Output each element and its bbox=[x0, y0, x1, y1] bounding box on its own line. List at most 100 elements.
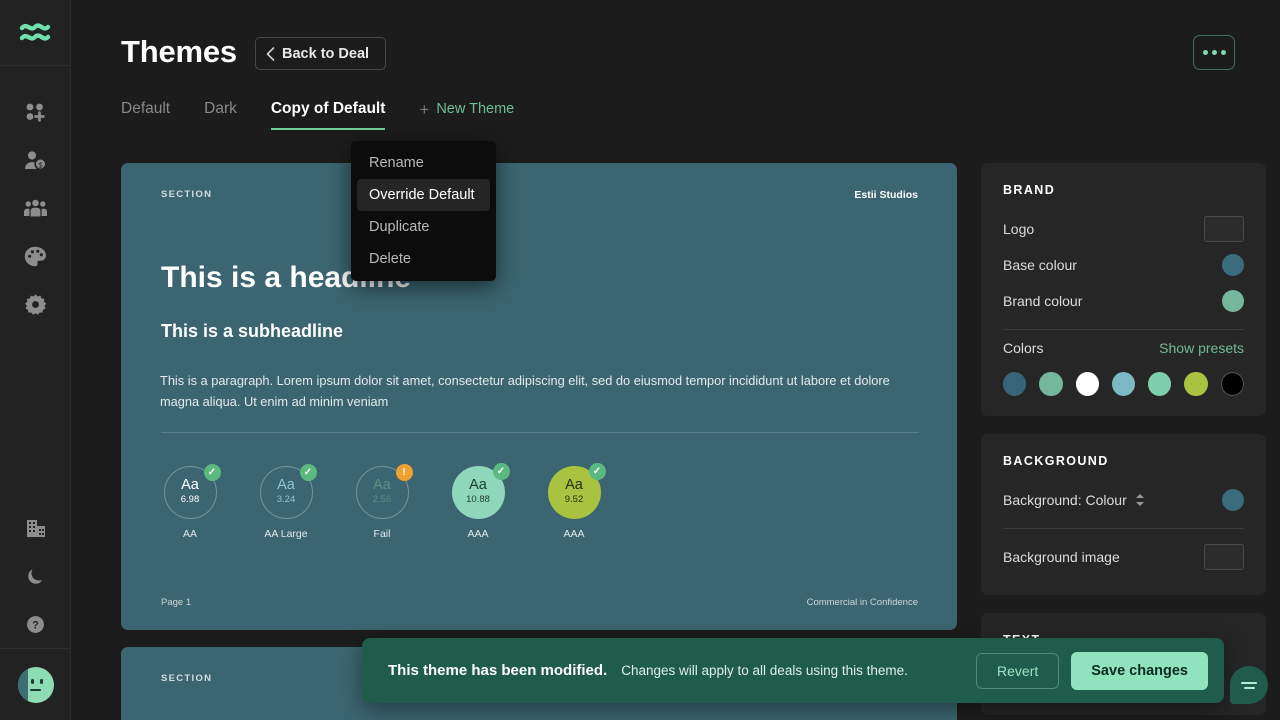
background-image-label: Background image bbox=[1003, 549, 1120, 565]
show-presets-link[interactable]: Show presets bbox=[1159, 340, 1244, 356]
new-theme-label: New Theme bbox=[436, 101, 515, 117]
menu-item-rename[interactable]: Rename bbox=[357, 147, 490, 179]
background-image-box[interactable] bbox=[1204, 544, 1244, 570]
back-to-deal-button[interactable]: Back to Deal bbox=[255, 37, 387, 70]
preview-paragraph: This is a paragraph. Lorem ipsum dolor s… bbox=[160, 373, 890, 409]
colour-palette bbox=[1003, 372, 1245, 396]
background-panel-title: BACKGROUND bbox=[1003, 454, 1109, 468]
chat-line bbox=[1241, 681, 1257, 684]
theme-context-menu: Rename Override Default Duplicate Delete bbox=[351, 141, 496, 281]
preview-card-one: SECTION Estii Studios This is a headline… bbox=[121, 163, 957, 630]
check-icon: ✓ bbox=[203, 464, 221, 481]
gear-icon bbox=[24, 293, 46, 315]
plus-icon: + bbox=[419, 99, 430, 119]
menu-item-delete[interactable]: Delete bbox=[357, 243, 490, 275]
warning-icon: ! bbox=[395, 464, 413, 481]
theme-preview: SECTION Estii Studios This is a headline… bbox=[121, 163, 957, 720]
menu-item-override-default[interactable]: Override Default bbox=[357, 179, 490, 211]
toast-title: This theme has been modified. bbox=[388, 662, 608, 679]
card-section-label: SECTION bbox=[161, 189, 213, 200]
ellipsis-dot bbox=[1211, 50, 1217, 55]
moon-icon bbox=[28, 568, 42, 584]
tab-dark[interactable]: Dark bbox=[204, 100, 237, 130]
more-options-button[interactable] bbox=[1193, 35, 1235, 70]
palette-swatch[interactable] bbox=[1111, 372, 1136, 396]
sidebar-primary-nav: $ bbox=[0, 88, 71, 328]
revert-button[interactable]: Revert bbox=[976, 652, 1060, 689]
people-team-icon bbox=[23, 199, 47, 216]
tab-default[interactable]: Default bbox=[121, 100, 170, 130]
sidebar: $ ? bbox=[0, 0, 71, 720]
contrast-badge-sample: Aa bbox=[277, 476, 295, 493]
panel-divider bbox=[1003, 329, 1244, 330]
building-icon bbox=[26, 520, 45, 537]
contrast-badge-sample: Aa bbox=[565, 476, 583, 493]
brand-panel-title: BRAND bbox=[1003, 183, 1056, 197]
contrast-badge: Aa 10.88 ✓ AAA bbox=[449, 463, 510, 540]
palette-swatch[interactable] bbox=[1003, 372, 1027, 396]
palette-swatch[interactable] bbox=[1220, 372, 1245, 396]
card-footer: Page 1 Commercial in Confidence bbox=[161, 597, 918, 608]
contrast-badge: Aa 9.52 ✓ AAA bbox=[545, 463, 606, 540]
contrast-badge: Aa 3.24 ✓ AA Large bbox=[257, 464, 317, 540]
background-mode-select[interactable]: Background: Colour bbox=[1003, 492, 1145, 508]
sidebar-item-help[interactable]: ? bbox=[0, 600, 71, 648]
background-image-row: Background image bbox=[1003, 539, 1244, 575]
user-dollar-icon: $ bbox=[24, 150, 47, 170]
sidebar-item-deals[interactable]: $ bbox=[0, 136, 71, 184]
settings-panel: BRAND Logo Base colour Brand colour Colo… bbox=[981, 163, 1266, 720]
background-colour-swatch[interactable] bbox=[1222, 489, 1244, 511]
sidebar-item-themes[interactable] bbox=[0, 232, 71, 280]
sidebar-item-dark-mode[interactable] bbox=[0, 552, 71, 600]
tab-copy-of-default[interactable]: Copy of Default bbox=[270, 100, 385, 130]
chat-bubble-button[interactable] bbox=[1230, 666, 1268, 704]
chevron-updown-icon bbox=[1135, 493, 1145, 507]
sidebar-secondary-nav: ? bbox=[0, 504, 71, 720]
sidebar-item-apps[interactable] bbox=[0, 88, 71, 136]
estii-waves-logo-icon bbox=[19, 22, 51, 41]
avatar[interactable] bbox=[17, 666, 54, 703]
brand-colour-label: Brand colour bbox=[1003, 293, 1083, 309]
contrast-badge-row: Aa 6.98 ✓ AA Aa 3.24 ✓ AA Large Aa 2.56! Fail Aa 10.… bbox=[161, 463, 606, 540]
contrast-badge-value: 10.88 bbox=[466, 493, 490, 505]
card-footer-right: Commercial in Confidence bbox=[806, 597, 918, 608]
logo-upload-box[interactable] bbox=[1204, 216, 1244, 242]
palette-icon bbox=[24, 246, 46, 266]
check-icon: ✓ bbox=[588, 463, 606, 480]
contrast-badge-value: 2.56 bbox=[372, 493, 392, 505]
chat-line bbox=[1243, 686, 1255, 689]
brand-colour-swatch[interactable] bbox=[1222, 290, 1244, 312]
apps-grid-plus-icon bbox=[26, 103, 45, 122]
save-changes-button[interactable]: Save changes bbox=[1071, 651, 1208, 690]
logo-label: Logo bbox=[1003, 221, 1035, 237]
base-colour-label: Base colour bbox=[1003, 257, 1077, 273]
sidebar-item-team[interactable] bbox=[0, 184, 71, 232]
app-logo[interactable] bbox=[0, 0, 71, 66]
sidebar-item-company[interactable] bbox=[0, 504, 71, 552]
base-colour-swatch[interactable] bbox=[1222, 254, 1244, 276]
contrast-badge-label: AAA bbox=[467, 528, 489, 540]
palette-swatch[interactable] bbox=[1184, 372, 1208, 396]
contrast-badge-label: AA bbox=[182, 528, 197, 540]
palette-swatch[interactable] bbox=[1148, 372, 1172, 396]
contrast-badge-label: AA Large bbox=[264, 528, 308, 540]
help-circle-icon: ? bbox=[27, 615, 44, 633]
palette-swatch[interactable] bbox=[1075, 372, 1099, 396]
avatar-container bbox=[0, 648, 71, 720]
new-theme-button[interactable]: + New Theme bbox=[419, 101, 514, 130]
contrast-badge-value: 3.24 bbox=[276, 493, 296, 505]
contrast-badge-circle: Aa 2.56! bbox=[355, 464, 413, 519]
colors-label: Colors bbox=[1003, 340, 1044, 356]
palette-swatch[interactable] bbox=[1039, 372, 1063, 396]
sidebar-item-settings[interactable] bbox=[0, 280, 71, 328]
menu-item-duplicate[interactable]: Duplicate bbox=[357, 211, 490, 243]
check-icon: ✓ bbox=[299, 464, 317, 481]
contrast-badge-value: 9.52 bbox=[564, 493, 584, 505]
theme-tabs: Default Dark Copy of Default + New Theme bbox=[121, 100, 514, 130]
header: Themes Back to Deal Default Dark Copy of… bbox=[71, 0, 1280, 146]
brand-panel: BRAND Logo Base colour Brand colour Colo… bbox=[981, 163, 1266, 416]
logo-row: Logo bbox=[1003, 211, 1244, 247]
card-two-section-label: SECTION bbox=[161, 673, 213, 684]
preview-subheadline: This is a subheadline bbox=[161, 321, 344, 341]
card-brand-label: Estii Studios bbox=[854, 189, 918, 201]
